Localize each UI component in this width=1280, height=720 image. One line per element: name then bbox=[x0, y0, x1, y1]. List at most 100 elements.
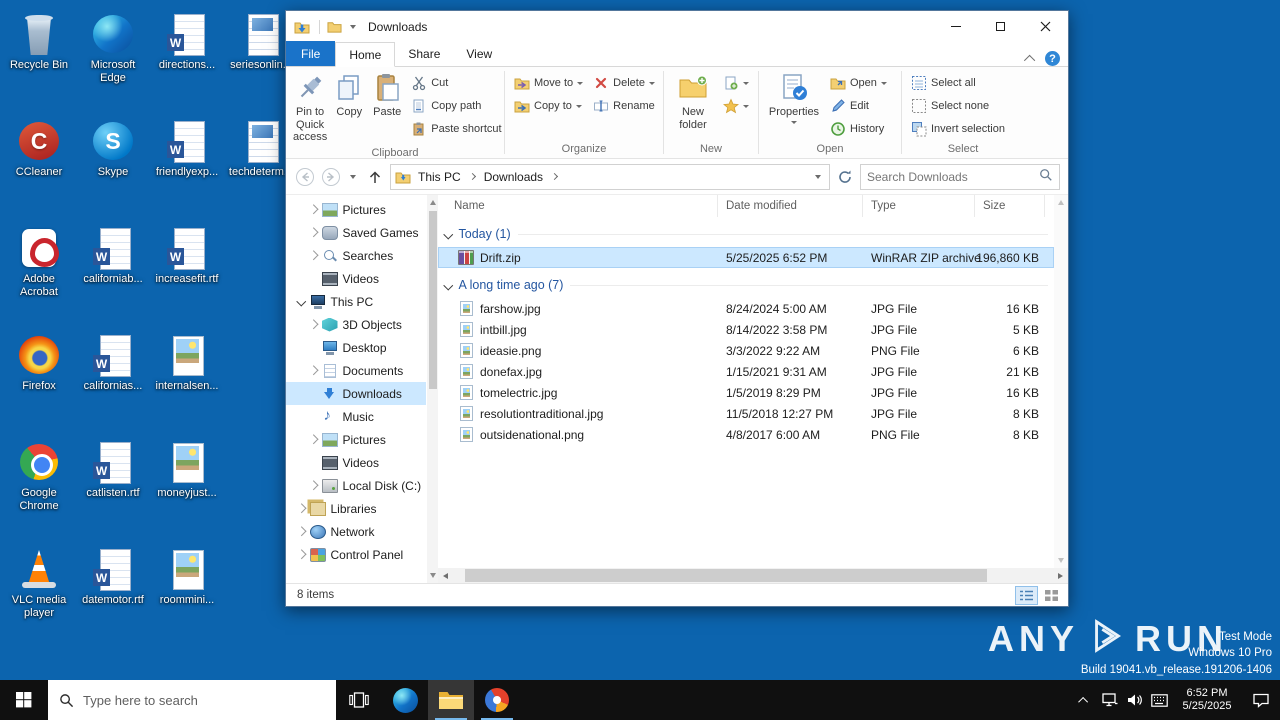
cut-button[interactable]: Cut bbox=[408, 73, 504, 93]
qat-folder-icon[interactable] bbox=[325, 18, 343, 36]
desktop[interactable]: Recycle Bin CCleaner Adobe Acrobat Firef… bbox=[0, 0, 1280, 680]
rename-button[interactable]: Rename bbox=[590, 96, 658, 116]
delete-button[interactable]: Delete bbox=[590, 73, 658, 93]
maximize-button[interactable] bbox=[978, 11, 1023, 42]
easy-access-dropdown-icon[interactable] bbox=[743, 104, 749, 108]
large-icons-view-button[interactable] bbox=[1040, 586, 1063, 605]
file-row[interactable]: resolutiontraditional.jpg 11/5/2018 12:2… bbox=[438, 403, 1054, 424]
nav-item[interactable]: Control Panel bbox=[286, 543, 426, 566]
chevron-icon[interactable] bbox=[296, 503, 306, 514]
nav-item[interactable]: Desktop bbox=[286, 336, 426, 359]
tab-view[interactable]: View bbox=[453, 42, 505, 66]
easy-access-button[interactable] bbox=[720, 96, 752, 116]
taskbar-file-explorer-button[interactable] bbox=[428, 680, 474, 720]
desktop-icon[interactable]: Recycle Bin bbox=[2, 8, 76, 115]
minimize-ribbon-icon[interactable] bbox=[1023, 54, 1036, 66]
group-collapse-icon[interactable] bbox=[443, 280, 453, 290]
paste-shortcut-button[interactable]: Paste shortcut bbox=[408, 119, 504, 139]
refresh-button[interactable] bbox=[834, 166, 856, 188]
taskbar-search[interactable]: Type here to search bbox=[48, 680, 336, 720]
file-row[interactable]: ideasie.png 3/3/2022 9:22 AM PNG File 6 … bbox=[438, 340, 1054, 361]
details-view-button[interactable] bbox=[1015, 585, 1038, 605]
scrollbar-track[interactable] bbox=[453, 568, 1053, 583]
move-to-button[interactable]: Move to bbox=[511, 73, 586, 93]
properties-dropdown-icon[interactable] bbox=[791, 120, 797, 124]
desktop-icon[interactable]: Firefox bbox=[2, 329, 76, 436]
chevron-icon[interactable] bbox=[308, 365, 318, 376]
nav-item[interactable]: Videos bbox=[286, 451, 426, 474]
network-tray-icon[interactable] bbox=[1097, 680, 1122, 720]
hidden-icons-button[interactable] bbox=[1072, 680, 1097, 720]
file-row[interactable]: outsidenational.png 4/8/2017 6:00 AM PNG… bbox=[438, 424, 1054, 445]
scroll-down-icon[interactable] bbox=[1058, 558, 1064, 563]
address-dropdown-chevron-icon[interactable] bbox=[815, 174, 821, 179]
scroll-up-icon[interactable] bbox=[1058, 200, 1064, 205]
new-folder-button[interactable]: New folder bbox=[668, 70, 718, 133]
desktop-icon[interactable]: CCleaner bbox=[2, 115, 76, 222]
file-row[interactable]: tomelectric.jpg 1/5/2019 8:29 PM JPG Fil… bbox=[438, 382, 1054, 403]
nav-item[interactable]: 3D Objects bbox=[286, 313, 426, 336]
nav-item[interactable]: Documents bbox=[286, 359, 426, 382]
desktop-icon[interactable]: Google Chrome bbox=[2, 436, 76, 543]
desktop-icon[interactable]: directions... bbox=[150, 8, 224, 115]
breadcrumb-this-pc[interactable]: This PC bbox=[416, 170, 463, 184]
copy-button[interactable]: Copy bbox=[330, 70, 368, 121]
chevron-icon[interactable] bbox=[308, 204, 318, 215]
forward-button[interactable] bbox=[320, 166, 342, 188]
properties-button[interactable]: Properties bbox=[763, 70, 825, 126]
search-icon[interactable] bbox=[1039, 168, 1053, 185]
group-header[interactable]: A long time ago (7) bbox=[438, 272, 1054, 298]
scroll-left-icon[interactable] bbox=[438, 568, 453, 583]
taskbar-app-button[interactable] bbox=[474, 680, 520, 720]
chevron-icon[interactable] bbox=[308, 434, 318, 445]
move-to-dropdown-icon[interactable] bbox=[577, 81, 584, 85]
address-bar[interactable]: This PC Downloads bbox=[390, 163, 830, 190]
open-button[interactable]: Open bbox=[827, 73, 890, 93]
volume-tray-icon[interactable] bbox=[1122, 680, 1147, 720]
nav-item[interactable]: Local Disk (C:) bbox=[286, 474, 426, 497]
desktop-icon[interactable]: moneyjust... bbox=[150, 436, 224, 543]
close-button[interactable] bbox=[1023, 11, 1068, 42]
file-horizontal-scrollbar[interactable] bbox=[438, 568, 1068, 583]
new-item-dropdown-icon[interactable] bbox=[743, 81, 749, 85]
new-item-button[interactable] bbox=[720, 73, 752, 93]
file-row[interactable]: Drift.zip 5/25/2025 6:52 PM WinRAR ZIP a… bbox=[438, 247, 1054, 268]
nav-scrollbar[interactable] bbox=[427, 195, 438, 583]
recent-locations-chevron-icon[interactable] bbox=[350, 174, 356, 179]
qat-customize-chevron-icon[interactable] bbox=[350, 24, 356, 29]
invert-selection-button[interactable]: Invert selection bbox=[908, 119, 1008, 139]
file-row[interactable]: intbill.jpg 8/14/2022 3:58 PM JPG File 5… bbox=[438, 319, 1054, 340]
search-box[interactable] bbox=[860, 163, 1060, 190]
scroll-up-icon[interactable] bbox=[429, 200, 436, 205]
desktop-icon[interactable]: californias... bbox=[76, 329, 150, 436]
column-header-name[interactable]: Name bbox=[438, 195, 718, 217]
desktop-icon[interactable]: increasefit.rtf bbox=[150, 222, 224, 329]
delete-dropdown-icon[interactable] bbox=[648, 81, 655, 85]
desktop-icon[interactable]: californiab... bbox=[76, 222, 150, 329]
column-header-date-modified[interactable]: Date modified bbox=[718, 195, 863, 217]
start-button[interactable] bbox=[0, 680, 48, 720]
nav-item[interactable]: Searches bbox=[286, 244, 426, 267]
back-button[interactable] bbox=[294, 166, 316, 188]
minimize-button[interactable] bbox=[933, 11, 978, 42]
nav-item[interactable]: Downloads bbox=[286, 382, 426, 405]
desktop-icon[interactable]: VLC media player bbox=[2, 543, 76, 650]
chevron-icon[interactable] bbox=[308, 227, 318, 238]
search-input[interactable] bbox=[867, 169, 1039, 184]
column-header-type[interactable]: Type bbox=[863, 195, 975, 217]
column-header-size[interactable]: Size bbox=[975, 195, 1045, 217]
file-row[interactable]: farshow.jpg 8/24/2024 5:00 AM JPG File 1… bbox=[438, 298, 1054, 319]
nav-item[interactable]: Saved Games bbox=[286, 221, 426, 244]
desktop-icon[interactable]: friendlyexp... bbox=[150, 115, 224, 222]
chevron-icon[interactable] bbox=[308, 319, 318, 330]
chevron-icon[interactable] bbox=[296, 526, 306, 537]
desktop-icon[interactable]: datemotor.rtf bbox=[76, 543, 150, 650]
task-view-button[interactable] bbox=[336, 680, 382, 720]
breadcrumb-separator-icon[interactable] bbox=[468, 172, 476, 181]
copy-path-button[interactable]: Copy path bbox=[408, 96, 504, 116]
taskbar-clock[interactable]: 6:52 PM 5/25/2025 bbox=[1172, 687, 1242, 714]
history-button[interactable]: History bbox=[827, 119, 890, 139]
scroll-down-icon[interactable] bbox=[429, 573, 436, 578]
tab-file[interactable]: File bbox=[286, 41, 336, 66]
edit-button[interactable]: Edit bbox=[827, 96, 890, 116]
